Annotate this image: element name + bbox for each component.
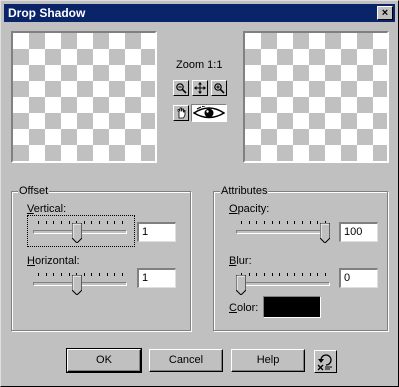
slider-tick: [287, 221, 288, 224]
slider-tick: [294, 273, 295, 276]
title-bar[interactable]: Drop Shadow ×: [4, 4, 395, 22]
eye-icon: [193, 106, 225, 119]
vertical-slider[interactable]: [33, 218, 127, 244]
vertical-offset-input[interactable]: 1: [137, 222, 176, 242]
slider-tick: [69, 221, 70, 224]
pan-button[interactable]: [192, 80, 208, 96]
slider-tick: [249, 221, 250, 224]
blur-label: Blur:: [229, 255, 252, 267]
slider-tick: [46, 273, 47, 276]
reset-icon: [317, 354, 332, 371]
slider-tick: [38, 273, 39, 276]
preview-toggle-button[interactable]: [191, 104, 227, 122]
opacity-slider-track: [236, 230, 330, 234]
zoom-in-icon: [214, 83, 225, 94]
slider-tick: [38, 221, 39, 224]
zoom-out-button[interactable]: [173, 80, 189, 96]
opacity-slider-ticks: [236, 221, 330, 225]
attributes-group-label: Attributes: [220, 185, 269, 197]
slider-tick: [302, 221, 303, 224]
close-button[interactable]: ×: [377, 6, 393, 20]
blur-slider-thumb[interactable]: [236, 275, 246, 295]
original-preview[interactable]: [11, 31, 157, 163]
slider-tick: [53, 273, 54, 276]
horizontal-offset-input[interactable]: 1: [137, 268, 176, 288]
help-button[interactable]: Help: [231, 349, 305, 372]
blur-slider-ticks: [236, 273, 330, 277]
opacity-slider-thumb[interactable]: [320, 223, 330, 243]
vertical-slider-thumb[interactable]: [72, 223, 82, 243]
drop-shadow-dialog: Drop Shadow × Zoom 1:1 Offset Vertical: …: [0, 0, 399, 387]
zoom-label: Zoom 1:1: [176, 59, 223, 71]
result-preview: [243, 31, 389, 163]
slider-tick: [107, 273, 108, 276]
slider-tick: [302, 273, 303, 276]
slider-tick: [264, 273, 265, 276]
slider-tick: [287, 273, 288, 276]
horizontal-label: Horizontal:: [27, 255, 80, 267]
slider-tick: [310, 221, 311, 224]
slider-tick: [61, 273, 62, 276]
slider-tick: [264, 221, 265, 224]
slider-tick: [279, 221, 280, 224]
slider-tick: [91, 273, 92, 276]
slider-tick: [317, 273, 318, 276]
hand-icon: [177, 107, 186, 119]
preview-checkerboard: [13, 33, 155, 161]
slider-tick: [310, 273, 311, 276]
window-title: Drop Shadow: [8, 6, 86, 20]
blur-slider[interactable]: [236, 270, 330, 296]
slider-tick: [114, 221, 115, 224]
hand-button[interactable]: [173, 105, 189, 121]
opacity-label: Opacity:: [229, 203, 270, 215]
ok-button[interactable]: OK: [66, 348, 142, 373]
zoom-out-icon: [176, 83, 187, 94]
slider-tick: [84, 273, 85, 276]
slider-tick: [53, 221, 54, 224]
slider-tick: [107, 221, 108, 224]
blur-slider-track: [236, 282, 330, 286]
slider-tick: [325, 273, 326, 276]
preview-checkerboard: [245, 33, 387, 161]
zoom-in-button[interactable]: [211, 80, 227, 96]
slider-tick: [46, 221, 47, 224]
slider-tick: [294, 221, 295, 224]
slider-tick: [256, 273, 257, 276]
color-label: Color:: [229, 302, 259, 314]
slider-tick: [272, 221, 273, 224]
vertical-label: Vertical:: [27, 203, 67, 215]
slider-tick: [279, 273, 280, 276]
slider-tick: [122, 221, 123, 224]
slider-tick: [99, 273, 100, 276]
slider-tick: [256, 221, 257, 224]
cancel-button[interactable]: Cancel: [149, 349, 223, 372]
slider-tick: [91, 221, 92, 224]
shadow-color-swatch[interactable]: [263, 296, 321, 318]
slider-tick: [317, 221, 318, 224]
blur-input[interactable]: 0: [339, 268, 378, 288]
slider-tick: [61, 221, 62, 224]
offset-group-label: Offset: [18, 185, 50, 197]
reset-button[interactable]: [314, 350, 337, 373]
horizontal-slider[interactable]: [33, 270, 127, 296]
slider-tick: [99, 221, 100, 224]
slider-tick: [114, 273, 115, 276]
horizontal-slider-thumb[interactable]: [72, 275, 82, 295]
pan-icon: [194, 82, 206, 94]
slider-tick: [241, 221, 242, 224]
slider-tick: [272, 273, 273, 276]
opacity-input[interactable]: 100: [339, 222, 378, 242]
slider-tick: [249, 273, 250, 276]
slider-tick: [69, 273, 70, 276]
slider-tick: [122, 273, 123, 276]
opacity-slider[interactable]: [236, 218, 330, 244]
slider-tick: [84, 221, 85, 224]
